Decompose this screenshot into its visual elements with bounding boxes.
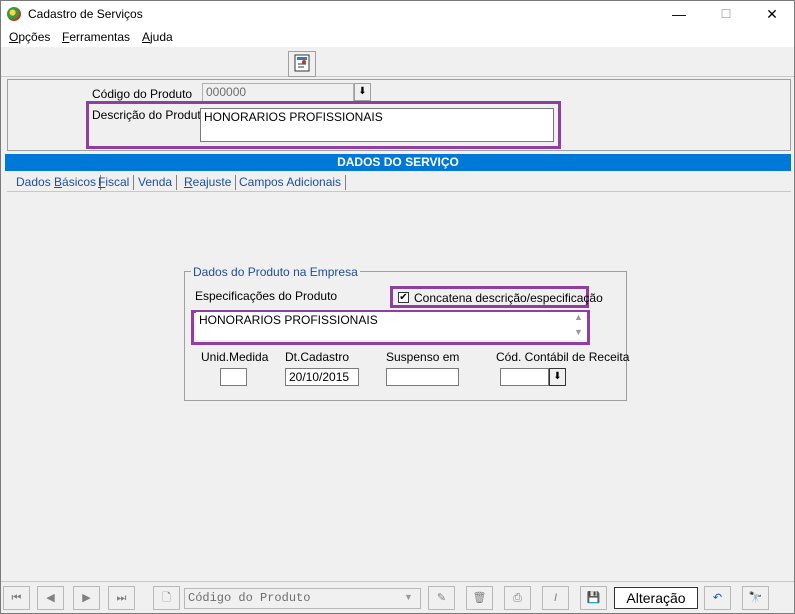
tab-campos-adicionais[interactable]: Campos Adicionais <box>239 175 347 191</box>
unid-medida-label: Unid.Medida <box>201 350 269 364</box>
check-icon: ✔ <box>399 292 408 303</box>
descricao-produto-input[interactable]: HONORARIOS PROFISSIONAIS <box>200 108 554 142</box>
dt-cadastro-input[interactable]: 20/10/2015 <box>285 368 359 386</box>
previous-record-button[interactable]: ◀ <box>37 586 64 610</box>
search-field-combo[interactable]: Código do Produto <box>184 588 421 609</box>
delete-record-button[interactable]: 🗑 <box>466 586 493 610</box>
especificacoes-label: Especificações do Produto <box>195 289 338 303</box>
menu-ferramentas[interactable]: Ferramentas <box>62 30 130 44</box>
next-record-button[interactable]: ▶ <box>73 586 100 610</box>
printer-icon: ⎙ <box>513 592 522 604</box>
new-document-icon: 🗋 <box>162 592 171 604</box>
tab-campos-adicionais-text: Campos Adicionais <box>239 175 342 189</box>
menu-ajuda-label: juda <box>150 30 173 44</box>
first-record-button[interactable]: ⏮ <box>3 586 30 610</box>
tab-separator <box>133 175 135 191</box>
especificacoes-input[interactable]: HONORARIOS PROFISSIONAIS <box>196 312 587 340</box>
tab-venda[interactable]: Venda <box>138 175 178 191</box>
new-record-button[interactable]: 🗋 <box>153 586 180 610</box>
section-title: DADOS DO SERVIÇO <box>5 154 791 171</box>
print-button[interactable]: ⎙ <box>504 586 531 610</box>
tab-separator <box>345 175 347 191</box>
first-icon: ⏮ <box>11 592 22 604</box>
codigo-produto-label: Código do Produto <box>92 87 193 101</box>
concatena-label: Concatena descrição/especificação <box>414 291 603 305</box>
tab-reajuste[interactable]: Reajuste <box>184 175 237 191</box>
maximize-button[interactable]: ☐ <box>703 1 749 28</box>
tab-separator <box>235 175 237 191</box>
undo-button[interactable]: ↶ <box>704 586 731 610</box>
edit-record-button[interactable]: ✎ <box>428 586 455 610</box>
download-arrow-icon: ⬇ <box>553 371 562 382</box>
last-icon: ⏭ <box>116 592 127 604</box>
tab-fiscal[interactable]: Fiscal <box>98 175 135 191</box>
last-record-button[interactable]: ⏭ <box>108 586 135 610</box>
codigo-produto-dropdown[interactable]: ⬇ <box>354 83 371 101</box>
menu-ferramentas-label: erramentas <box>69 30 131 44</box>
tab-reajuste-text: eajuste <box>192 175 232 189</box>
tab-venda-text: Venda <box>138 175 173 189</box>
menu-ajuda[interactable]: Ajuda <box>142 30 173 44</box>
binoculars-icon: 🔭 <box>748 592 763 604</box>
app-icon <box>7 7 21 21</box>
scroll-up-icon[interactable]: ▲ <box>574 312 583 322</box>
unid-medida-input[interactable] <box>220 368 247 386</box>
suspenso-em-label: Suspenso em <box>386 350 460 364</box>
group-title: Dados do Produto na Empresa <box>191 265 360 279</box>
document-person-icon <box>294 54 310 72</box>
status-indicator: Alteração <box>614 587 698 609</box>
close-button[interactable]: ✕ <box>749 1 795 28</box>
search-button[interactable]: 🔭 <box>742 586 769 610</box>
concatena-checkbox[interactable]: ✔ <box>398 292 409 303</box>
tab-fiscal-text: iscal <box>105 175 130 189</box>
menu-opcoes[interactable]: Opções <box>9 30 50 44</box>
trash-icon: 🗑 <box>472 592 487 604</box>
undo-icon: ↶ <box>712 592 723 604</box>
scroll-down-icon[interactable]: ▼ <box>574 327 583 337</box>
title-bar: Cadastro de Serviços — ☐ ✕ <box>1 1 794 28</box>
previous-icon: ◀ <box>46 592 55 604</box>
menu-ajuda-mnemonic: A <box>142 30 151 44</box>
codigo-produto-input[interactable]: 000000 <box>202 83 354 102</box>
italic-button[interactable]: I <box>542 586 569 610</box>
save-button[interactable]: 💾 <box>580 586 607 610</box>
tab-dados-basicos-text: Dados <box>16 175 55 189</box>
cod-contabil-label: Cód. Contábil de Receita <box>496 350 630 364</box>
menu-bar: Opções Ferramentas Ajuda <box>1 28 794 47</box>
main-window: Cadastro de Serviços — ☐ ✕ Opções Ferram… <box>0 0 795 614</box>
tab-dados-basicos[interactable]: Dados Básicos <box>16 175 102 191</box>
italic-icon: I <box>553 592 558 604</box>
tab-reajuste-mnemonic: R <box>184 175 193 189</box>
cod-contabil-input[interactable] <box>500 368 549 386</box>
menu-opcoes-label: pções <box>18 30 51 44</box>
suspenso-em-input[interactable] <box>386 368 459 386</box>
cod-contabil-dropdown[interactable]: ⬇ <box>549 368 566 386</box>
edit-icon: ✎ <box>436 592 447 604</box>
navigation-bar: ⏮ ◀ ▶ ⏭ 🗋 Código do Produto ▼ ✎ 🗑 ⎙ I 💾 … <box>1 581 794 613</box>
descricao-produto-label: Descrição do Produto <box>92 108 208 122</box>
window-title: Cadastro de Serviços <box>28 7 143 21</box>
dt-cadastro-label: Dt.Cadastro <box>285 350 350 364</box>
toolbar <box>1 47 794 77</box>
tab-separator <box>176 175 178 191</box>
next-icon: ▶ <box>82 592 91 604</box>
tab-dados-basicos-rest: ásicos <box>62 175 97 189</box>
minimize-button[interactable]: — <box>656 1 702 28</box>
chevron-down-icon[interactable]: ▼ <box>404 592 413 602</box>
download-arrow-icon: ⬇ <box>358 86 367 97</box>
floppy-disk-icon: 💾 <box>586 592 601 604</box>
tab-dados-basicos-mnemonic: B <box>54 175 63 189</box>
specification-tool-button[interactable] <box>288 51 316 77</box>
menu-opcoes-mnemonic: O <box>9 30 19 44</box>
